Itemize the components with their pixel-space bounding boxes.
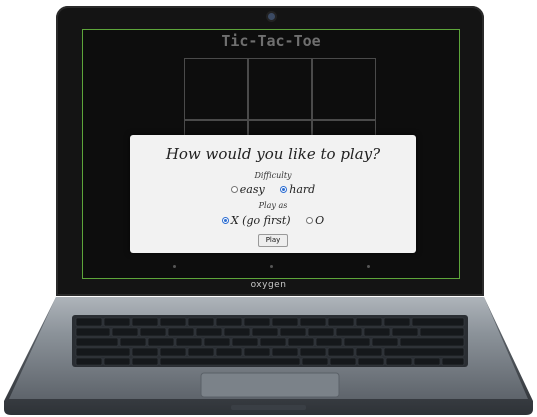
dialog-question: How would you like to play? <box>165 145 381 163</box>
difficulty-easy-radio[interactable] <box>230 185 238 193</box>
play-as-o-label: O <box>315 214 325 227</box>
laptop-illustration: Tic-Tac-Toe How would you like to play? … <box>0 0 537 417</box>
play-as-o-radio[interactable] <box>306 216 314 224</box>
dot <box>172 265 176 268</box>
keyboard-deck <box>4 297 533 415</box>
board-cell[interactable] <box>248 58 312 120</box>
play-as-label: Play as <box>258 201 288 210</box>
difficulty-easy-option[interactable]: easy <box>230 183 265 196</box>
play-as-x-option[interactable]: X (go first) <box>221 214 291 227</box>
play-button[interactable]: Play <box>258 234 288 247</box>
webcam <box>268 13 275 20</box>
difficulty-options: easy hard <box>130 183 416 196</box>
play-as-x-label: X (go first) <box>230 214 291 227</box>
game-title: Tic-Tac-Toe <box>221 32 321 50</box>
brand-label: oxygen <box>250 280 287 290</box>
difficulty-hard-label: hard <box>289 183 316 196</box>
board-cell[interactable] <box>312 58 376 120</box>
laptop-screen: Tic-Tac-Toe How would you like to play? … <box>82 29 460 279</box>
play-options-dialog: How would you like to play? Difficulty e… <box>130 135 416 253</box>
dot <box>269 265 273 268</box>
difficulty-label: Difficulty <box>254 171 292 180</box>
difficulty-easy-label: easy <box>239 183 265 196</box>
play-as-x-radio[interactable] <box>221 216 229 224</box>
dot <box>366 265 370 268</box>
play-as-options: X (go first) O <box>130 214 416 227</box>
board-dots <box>83 253 459 272</box>
difficulty-hard-radio[interactable] <box>280 185 288 193</box>
play-as-o-option[interactable]: O <box>306 214 324 227</box>
board-cell[interactable] <box>184 58 248 120</box>
difficulty-hard-option[interactable]: hard <box>280 183 315 196</box>
